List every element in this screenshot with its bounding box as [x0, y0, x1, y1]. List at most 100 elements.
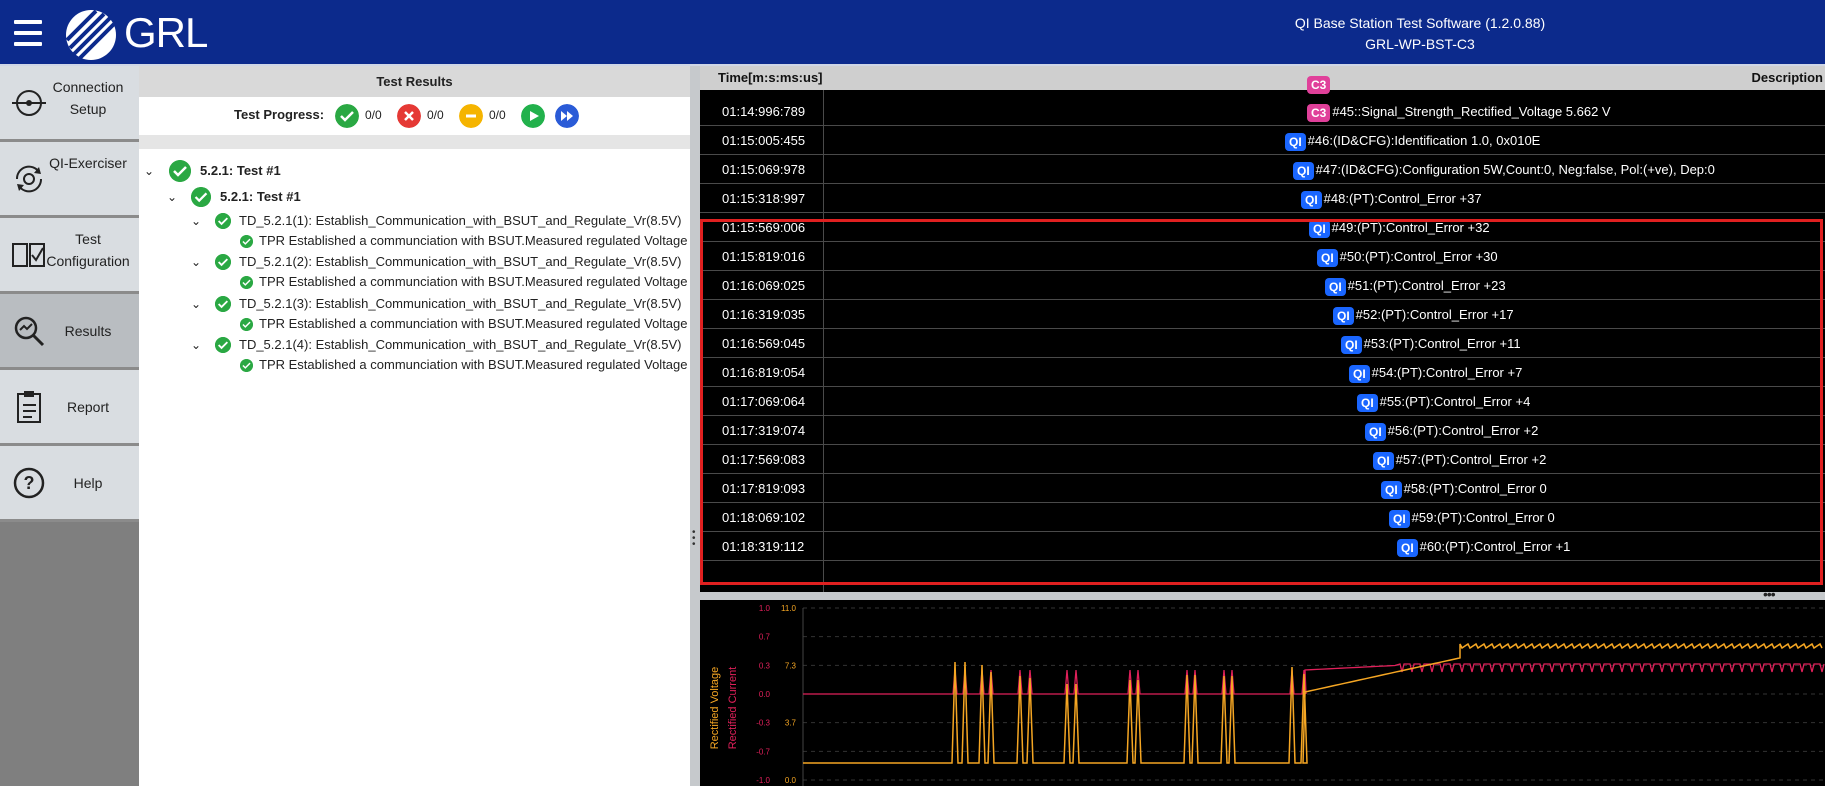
right-axis-tick: 0.3: [759, 661, 771, 670]
chart-divider[interactable]: [700, 592, 1825, 600]
chevron-down-icon[interactable]: ⌄: [189, 252, 203, 272]
app-subtitle-line: GRL-WP-BST-C3: [1365, 36, 1475, 52]
log-description: QI #59:(PT):Control_Error 0: [1389, 503, 1555, 532]
progress-label: Test Progress:: [234, 107, 325, 122]
log-row[interactable]: 01:15:069:978 QI #47:(ID&CFG):Configuratio…: [700, 155, 1825, 184]
log-description-text: #50:(PT):Control_Error +30: [1339, 249, 1498, 264]
sidebar: Connection Setup QI-Exerciser Test Confi…: [0, 66, 139, 786]
log-time: 01:15:069:978: [722, 162, 806, 177]
log-row-partial: C3: [700, 76, 1825, 94]
c3-badge-icon: C3: [1307, 76, 1331, 94]
right-axis-tick: -0.7: [756, 747, 770, 756]
warning-count-icon: [459, 104, 483, 128]
log-row[interactable]: 01:16:069:025 QI #51:(PT):Control_Error +2…: [700, 271, 1825, 300]
results-title: Test Results: [139, 66, 690, 97]
tree-node-test-case[interactable]: ⌄ TD_5.2.1(4): Establish_Communication_w…: [139, 335, 690, 355]
hamburger-menu-icon[interactable]: [14, 20, 42, 46]
qi-badge-icon: QI: [1317, 248, 1338, 267]
sidebar-item-connection-setup[interactable]: Connection Setup: [0, 66, 139, 142]
log-time: 01:18:319:112: [722, 539, 805, 554]
sidebar-item-help[interactable]: ? Help: [0, 446, 139, 522]
tree-node-label: TPR Established a communciation with BSU…: [259, 233, 688, 248]
log-row[interactable]: 01:16:819:054 QI #54:(PT):Control_Error +7: [700, 358, 1825, 387]
tree-node-test[interactable]: ⌄ 5.2.1: Test #1: [139, 160, 690, 182]
tree-node-test[interactable]: ⌄ 5.2.1: Test #1: [139, 187, 690, 207]
log-description: QI #55:(PT):Control_Error +4: [1357, 387, 1530, 416]
app-title-line: QI Base Station Test Software (1.2.0.88): [1294, 15, 1546, 31]
log-description-text: #55:(PT):Control_Error +4: [1379, 394, 1531, 409]
sidebar-item-label: Connection Setup: [52, 79, 124, 117]
sidebar-item-label: Help: [73, 475, 103, 491]
chevron-down-icon[interactable]: ⌄: [142, 161, 156, 181]
chevron-down-icon[interactable]: ⌄: [189, 211, 203, 231]
log-time: 01:16:569:045: [722, 336, 806, 351]
log-row[interactable]: 01:18:319:112 QI #60:(PT):Control_Error +1: [700, 532, 1825, 561]
sidebar-item-label: Test Configuration: [46, 231, 130, 269]
tree-node-test-case[interactable]: ⌄ TD_5.2.1(3): Establish_Communication_w…: [139, 294, 690, 314]
log-description-text: #47:(ID&CFG):Configuration 5W,Count:0, N…: [1315, 162, 1715, 177]
tree-node-test-case[interactable]: ⌄ TD_5.2.1(2): Establish_Communication_w…: [139, 252, 690, 272]
check-circle-icon: [240, 276, 253, 289]
waveform-chart: Rectified Current Rectified Voltage 11.0…: [700, 600, 1825, 786]
check-circle-icon: [240, 359, 253, 372]
log-time: 01:16:069:025: [722, 278, 806, 293]
chevron-down-icon[interactable]: ⌄: [189, 335, 203, 355]
right-axis-tick: -1.0: [756, 776, 770, 785]
sidebar-item-report[interactable]: Report: [0, 370, 139, 446]
fast-forward-icon[interactable]: [555, 104, 579, 128]
sidebar-item-qi-exerciser[interactable]: QI-Exerciser: [0, 142, 139, 218]
log-time: 01:17:069:064: [722, 394, 806, 409]
chevron-down-icon[interactable]: ⌄: [189, 294, 203, 314]
right-axis-label: Rectified Current: [727, 667, 739, 750]
tree-node-result[interactable]: TPR Established a communciation with BSU…: [139, 314, 690, 334]
log-row[interactable]: 01:15:819:016 QI #50:(PT):Control_Error +3…: [700, 242, 1825, 271]
splitter-grip-icon[interactable]: • • •: [692, 528, 698, 550]
chevron-down-icon[interactable]: ⌄: [165, 187, 179, 207]
tree-node-test-case[interactable]: ⌄ TD_5.2.1(1): Establish_Communication_w…: [139, 211, 690, 231]
log-row[interactable]: 01:16:319:035 QI #52:(PT):Control_Error +1…: [700, 300, 1825, 329]
sidebar-item-test-configuration[interactable]: Test Configuration: [0, 218, 139, 294]
check-circle-icon: [215, 213, 231, 229]
log-row[interactable]: 01:17:319:074 QI #56:(PT):Control_Error +2: [700, 416, 1825, 445]
log-row[interactable]: 01:14:996:789 C3 #45::Signal_Strength_Rect…: [700, 97, 1825, 126]
log-description-text: #45::Signal_Strength_Rectified_Voltage 5…: [1332, 104, 1611, 119]
sidebar-item-results[interactable]: Results: [0, 294, 139, 370]
run-icon[interactable]: [521, 104, 545, 128]
log-time: 01:15:569:006: [722, 220, 806, 235]
rectified-voltage-trace: [803, 642, 1823, 764]
log-row[interactable]: 01:15:569:006 QI #49:(PT):Control_Error +3…: [700, 213, 1825, 242]
log-time: 01:17:569:083: [722, 452, 806, 467]
log-row[interactable]: 01:15:005:455 QI #46:(ID&CFG):Identificati…: [700, 126, 1825, 155]
log-row[interactable]: 01:18:069:102 QI #59:(PT):Control_Error 0: [700, 503, 1825, 532]
tree-node-result[interactable]: TPR Established a communciation with BSU…: [139, 231, 690, 251]
check-circle-icon: [215, 337, 231, 353]
qi-badge-icon: QI: [1389, 509, 1410, 528]
qi-badge-icon: QI: [1381, 480, 1402, 499]
sidebar-item-label: Results: [64, 323, 112, 339]
tree-node-result[interactable]: TPR Established a communciation with BSU…: [139, 355, 690, 375]
log-row[interactable]: 01:15:318:997 QI #48:(PT):Control_Error +3…: [700, 184, 1825, 213]
log-time: 01:14:996:789: [722, 104, 806, 119]
log-description-text: #58:(PT):Control_Error 0: [1403, 481, 1547, 496]
log-description: C3 #45::Signal_Strength_Rectified_Voltage…: [1307, 97, 1611, 126]
log-row[interactable]: 01:17:069:064 QI #55:(PT):Control_Error +4: [700, 387, 1825, 416]
qi-badge-icon: QI: [1309, 219, 1330, 238]
log-description-text: #56:(PT):Control_Error +2: [1387, 423, 1539, 438]
tree-node-label: TD_5.2.1(4): Establish_Communication_wit…: [239, 337, 682, 352]
log-description: QI #57:(PT):Control_Error +2: [1373, 445, 1546, 474]
qi-badge-icon: QI: [1357, 393, 1378, 412]
tree-node-result[interactable]: TPR Established a communciation with BSU…: [139, 272, 690, 292]
right-axis-tick: 0.7: [759, 633, 771, 642]
log-row[interactable]: 01:17:819:093 QI #58:(PT):Control_Error 0: [700, 474, 1825, 503]
log-row[interactable]: 01:16:569:045 QI #53:(PT):Control_Error +1…: [700, 329, 1825, 358]
tree-node-label: TD_5.2.1(1): Establish_Communication_wit…: [239, 213, 682, 228]
log-description: QI #50:(PT):Control_Error +30: [1317, 242, 1498, 271]
log-row[interactable]: 01:17:569:083 QI #57:(PT):Control_Error +2: [700, 445, 1825, 474]
qi-badge-icon: QI: [1397, 538, 1418, 557]
log-description: QI #53:(PT):Control_Error +11: [1341, 329, 1521, 358]
app-header: GRL QI Base Station Test Software (1.2.0…: [0, 0, 1825, 66]
panel-splitter[interactable]: [690, 66, 700, 786]
check-circle-icon: [169, 160, 191, 182]
left-axis-tick: 11.0: [781, 604, 797, 613]
log-description-text: #57:(PT):Control_Error +2: [1395, 452, 1547, 467]
